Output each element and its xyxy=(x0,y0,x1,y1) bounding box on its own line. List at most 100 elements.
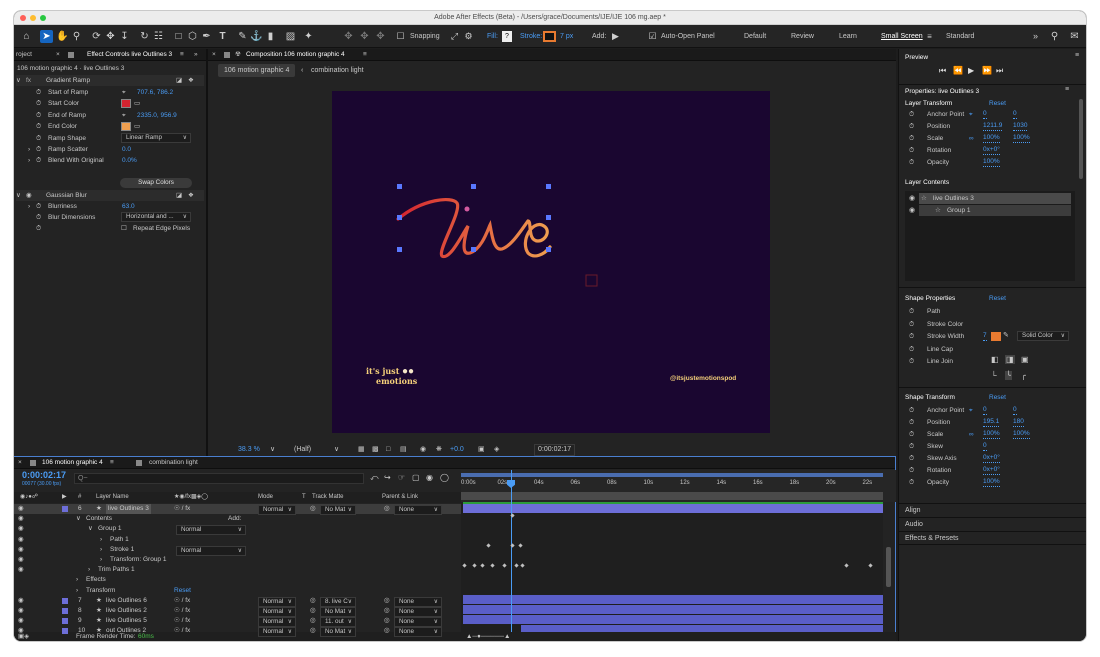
type-tool-icon[interactable]: T xyxy=(216,30,229,43)
property-value[interactable]: 707.6, 786.2 xyxy=(137,87,173,98)
property-value[interactable]: 100% xyxy=(983,157,1000,167)
search-help-icon[interactable]: ⚲ xyxy=(1048,30,1061,43)
more-workspaces[interactable]: » xyxy=(1033,25,1038,48)
stopwatch-icon[interactable]: ⏱ xyxy=(909,157,914,168)
pan-tool-icon[interactable]: ✥ xyxy=(104,30,117,43)
cube-tool-icon[interactable]: ⬡ xyxy=(186,30,199,43)
comp-tab-other[interactable]: combination light xyxy=(311,64,364,77)
property-row[interactable]: ⏱ Skew 0 xyxy=(905,441,1075,452)
layer-switches-icon[interactable]: ☉ / fx xyxy=(174,616,190,626)
visibility-icon[interactable]: ◉ xyxy=(26,190,32,201)
graph-editor-icon[interactable]: ▢ xyxy=(412,473,420,482)
gradient-property-row[interactable]: ⏱ End Color ▭ xyxy=(16,121,202,132)
time-navigator[interactable] xyxy=(461,492,883,500)
layer-switches-icon[interactable]: ☉ / fx xyxy=(174,606,190,616)
workspace-menu-icon[interactable]: ≡ xyxy=(923,30,936,43)
playhead-line[interactable] xyxy=(511,470,512,632)
color-swatch[interactable] xyxy=(121,122,131,132)
label-color[interactable] xyxy=(62,597,68,604)
channel-icon[interactable]: ◉ xyxy=(420,444,426,456)
track-matte-icon[interactable]: ◎ xyxy=(310,606,316,616)
zoom-value[interactable]: 38.3 % xyxy=(238,444,260,456)
group-extra[interactable]: Add: xyxy=(228,514,241,524)
timeline-search-input[interactable]: Q~ xyxy=(74,473,364,484)
blur-dimensions-dropdown[interactable]: Horizontal and ... xyxy=(121,212,191,222)
property-group-row[interactable]: › Transform Reset xyxy=(14,586,461,596)
property-row[interactable]: ⏱ Scale 100% 100% ∞ xyxy=(905,133,1075,144)
stopwatch-icon[interactable]: ⏱ xyxy=(909,133,914,144)
bbox-handle[interactable] xyxy=(546,215,551,220)
layer-row[interactable]: ◉6★live Outlines 3☉ / fxNormal◎No Mat◎No… xyxy=(14,504,461,515)
axis-local-icon[interactable]: ✥ xyxy=(342,30,355,43)
track-matte-icon[interactable]: ◎ xyxy=(310,504,316,514)
bbox-handle[interactable] xyxy=(471,247,476,252)
add-shape-icon[interactable]: ▶ xyxy=(609,30,622,43)
workspace-learn[interactable]: Learn xyxy=(839,25,857,48)
rectangle-tool-icon[interactable]: □ xyxy=(172,30,185,43)
clone-stamp-tool-icon[interactable]: ⚓ xyxy=(250,30,263,43)
keyframe-marker[interactable] xyxy=(490,563,495,568)
property-row[interactable]: ⏱ Position 1211.9 1030 xyxy=(905,121,1075,132)
miter-join-icon[interactable]: └ xyxy=(991,371,997,380)
mode-dropdown[interactable]: Normal xyxy=(258,627,296,638)
keyframe-marker[interactable] xyxy=(844,563,849,568)
property-group-row[interactable]: ◉ › Transform: Group 1 xyxy=(14,555,461,565)
layer-name[interactable]: out Outlines 2 xyxy=(106,626,146,636)
brush-tool-icon[interactable]: ✎ xyxy=(236,30,249,43)
roto-brush-tool-icon[interactable]: ▨ xyxy=(284,30,297,43)
current-time-field[interactable]: 0:00:02:17 xyxy=(534,444,576,456)
auto-open-checkbox[interactable]: ☑ xyxy=(646,30,659,43)
layer-name[interactable]: live Outlines 6 xyxy=(106,596,147,606)
stopwatch-icon[interactable]: ⏱ xyxy=(36,121,41,132)
property-value[interactable]: 100% xyxy=(983,133,1000,143)
fill-swatch[interactable]: ? xyxy=(502,31,512,42)
property-value-2[interactable]: 0 xyxy=(1013,405,1017,415)
round-join-icon[interactable]: ╰ xyxy=(1005,371,1012,380)
stopwatch-icon[interactable]: ⏱ xyxy=(36,110,41,121)
property-value[interactable]: 0x+0° xyxy=(983,145,1000,155)
property-value-2[interactable]: 180 xyxy=(1013,417,1024,427)
keyframe-marker[interactable] xyxy=(520,563,525,568)
visibility-icon[interactable]: ◉ xyxy=(18,555,24,565)
track-matte-icon[interactable]: ◎ xyxy=(310,596,316,606)
expand-icon[interactable]: › xyxy=(88,565,90,575)
blur-property-row[interactable]: ⏱ Blur Dimensions Horizontal and ... xyxy=(16,212,202,223)
expand-icon[interactable]: › xyxy=(28,144,30,155)
fx-toggle[interactable]: fx xyxy=(26,75,31,86)
swap-colors-button[interactable]: Swap Colors xyxy=(120,178,192,188)
pickwhip-icon[interactable]: ◎ xyxy=(384,626,390,636)
bbox-handle[interactable] xyxy=(397,184,402,189)
next-frame-icon[interactable]: ⏩ xyxy=(982,66,992,75)
property-row[interactable]: ⏱ Rotation 0x+0° xyxy=(905,465,1075,476)
bbox-handle[interactable] xyxy=(397,215,402,220)
stopwatch-icon[interactable]: ⏱ xyxy=(909,453,914,464)
property-value[interactable]: 100% xyxy=(983,477,1000,487)
dolly-tool-icon[interactable]: ↧ xyxy=(118,30,131,43)
expand-icon[interactable]: ∨ xyxy=(16,190,21,201)
color-swatch[interactable] xyxy=(121,99,131,109)
track-matte-icon[interactable]: ◎ xyxy=(310,616,316,626)
keyframe-marker[interactable] xyxy=(510,543,515,548)
property-row[interactable]: ⏱ Opacity 100% xyxy=(905,477,1075,488)
bbox-handle[interactable] xyxy=(546,184,551,189)
property-value-2[interactable]: 100% xyxy=(1013,133,1030,143)
preview-title[interactable]: Preview xyxy=(905,52,928,63)
property-group-row[interactable]: ◉ ∨ Group 1 Normal xyxy=(14,524,461,536)
label-color[interactable] xyxy=(62,618,68,625)
layer-name-column[interactable]: Layer Name xyxy=(96,492,129,503)
gradient-property-row[interactable]: ⏱ Ramp Scatter 0.0 › xyxy=(16,144,202,155)
expand-icon[interactable]: › xyxy=(76,575,78,585)
property-value[interactable]: 0.0 xyxy=(122,144,131,155)
stopwatch-icon[interactable]: ⏱ xyxy=(909,429,914,440)
visibility-icon[interactable]: ◉ xyxy=(18,596,24,606)
orbit-tool-icon[interactable]: ⟳ xyxy=(90,30,103,43)
label-color[interactable] xyxy=(62,608,68,614)
reset-icon[interactable]: ◪ xyxy=(176,190,182,201)
timeline-tab-other[interactable]: combination light xyxy=(149,457,198,469)
layer-row[interactable]: ◉8★live Outlines 2☉ / fxNormal◎No Mat◎No… xyxy=(14,606,461,617)
color-management-icon[interactable]: ❋ xyxy=(436,444,442,456)
property-value[interactable]: 2335.0, 956.9 xyxy=(137,110,177,121)
composition-tab[interactable]: Composition 106 motion graphic 4 xyxy=(246,49,345,61)
property-group-row[interactable]: ◉ › Path 1 xyxy=(14,535,461,545)
checkbox[interactable]: ☐ xyxy=(121,223,127,234)
